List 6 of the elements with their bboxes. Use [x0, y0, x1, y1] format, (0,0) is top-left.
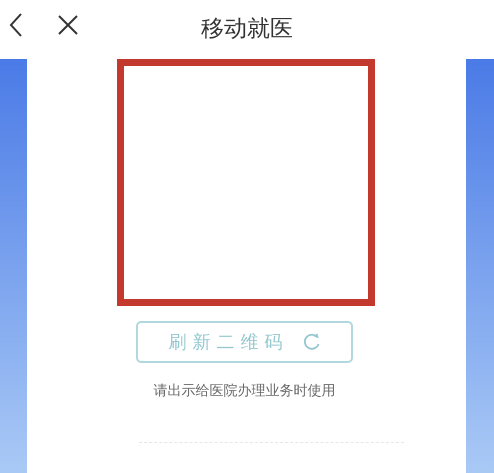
refresh-button[interactable]: 刷新二维码: [136, 321, 353, 363]
back-icon: [9, 12, 23, 38]
usage-hint: 请出示给医院办理业务时使用: [154, 382, 336, 401]
window-title: 移动就医: [201, 18, 293, 41]
refresh-icon: [302, 333, 320, 351]
close-icon: [57, 14, 79, 36]
